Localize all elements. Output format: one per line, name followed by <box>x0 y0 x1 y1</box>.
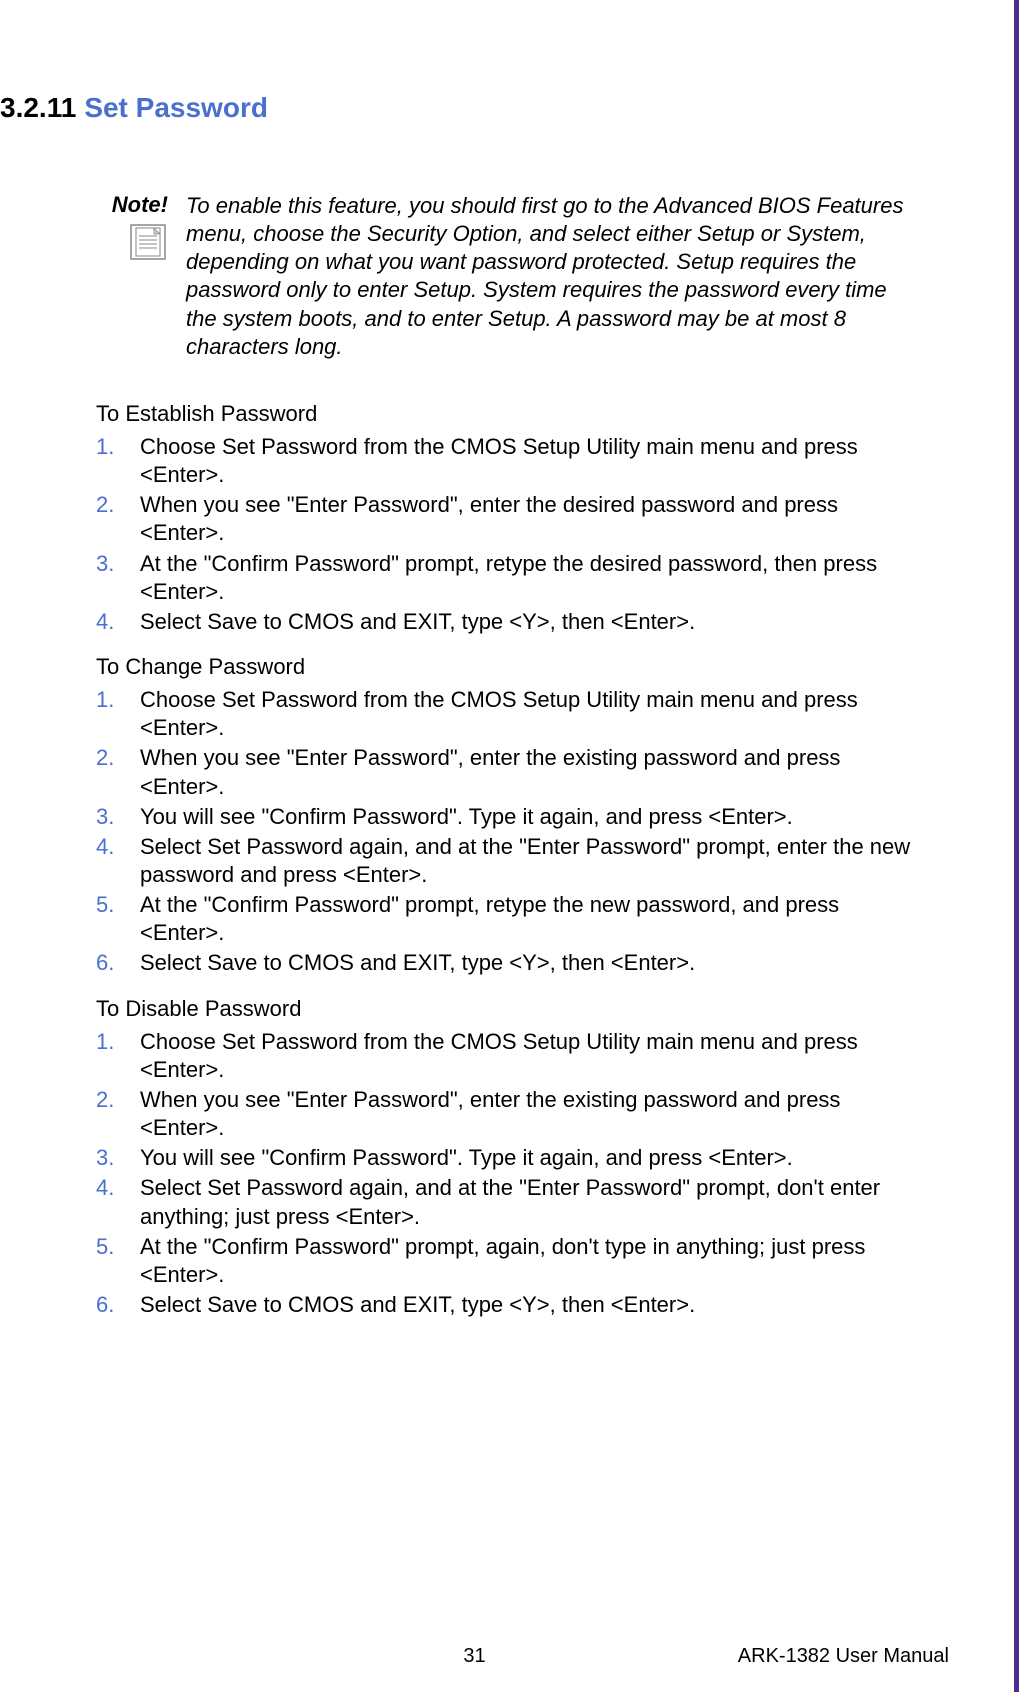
list-number: 3. <box>96 1144 140 1172</box>
list-item: 1.Choose Set Password from the CMOS Setu… <box>96 433 919 489</box>
group-disable: To Disable Password 1.Choose Set Passwor… <box>0 996 949 1320</box>
note-block: Note! To enable this feature, you should… <box>96 192 919 361</box>
list-text宣: Choose Set Password from the CMOS Setup … <box>140 686 919 742</box>
list-number: 6. <box>96 949 140 977</box>
list-text: You will see "Confirm Password". Type it… <box>140 1144 919 1172</box>
list-item: 5.At the "Confirm Password" prompt, agai… <box>96 1233 919 1289</box>
list-item: 4.Select Set Password again, and at the … <box>96 833 919 889</box>
content-area: 3.2.11 Set Password Note! <box>0 0 949 1319</box>
list-text: Select Save to CMOS and EXIT, type <Y>, … <box>140 1291 919 1319</box>
list-text: Choose Set Password from the CMOS Setup … <box>140 433 919 489</box>
list-item: 4.Select Set Password again, and at the … <box>96 1174 919 1230</box>
section-heading: 3.2.11 Set Password <box>0 92 949 124</box>
section-title: Set Password <box>84 92 268 124</box>
list-item: 4.Select Save to CMOS and EXIT, type <Y>… <box>96 608 919 636</box>
list-text: At the "Confirm Password" prompt, retype… <box>140 550 919 606</box>
group-establish: To Establish Password 1.Choose Set Passw… <box>0 401 949 636</box>
list-number: 1. <box>96 1028 140 1056</box>
list-text: Select Set Password again, and at the "E… <box>140 833 919 889</box>
list-item: 3.You will see "Confirm Password". Type … <box>96 803 919 831</box>
subhead-disable: To Disable Password <box>96 996 949 1022</box>
list-disable: 1.Choose Set Password from the CMOS Setu… <box>96 1028 919 1320</box>
list-text: Select Save to CMOS and EXIT, type <Y>, … <box>140 949 919 977</box>
list-text: Select Set Password again, and at the "E… <box>140 1174 919 1230</box>
list-item: 1.Choose Set Password from the CMOS Setu… <box>96 1028 919 1084</box>
note-text: To enable this feature, you should first… <box>186 192 919 361</box>
list-text: When you see "Enter Password", enter the… <box>140 491 919 547</box>
list-number: 1. <box>96 686 140 714</box>
page-number: 31 <box>463 1645 485 1668</box>
list-item: 2. When you see "Enter Password", enter … <box>96 744 919 800</box>
list-number: 2. <box>96 491 140 519</box>
list-text: At the "Confirm Password" prompt, again,… <box>140 1233 919 1289</box>
list-item: 2.When you see "Enter Password", enter t… <box>96 1086 919 1142</box>
list-number: 3. <box>96 803 140 831</box>
list-number: 2. <box>96 1086 140 1114</box>
list-item: 3.At the "Confirm Password" prompt, rety… <box>96 550 919 606</box>
list-item: 6.Select Save to CMOS and EXIT, type <Y>… <box>96 1291 919 1319</box>
list-item: 3.You will see "Confirm Password". Type … <box>96 1144 919 1172</box>
list-number: 6. <box>96 1291 140 1319</box>
list-text: When you see "Enter Password", enter the… <box>140 744 919 800</box>
list-number: 4. <box>96 608 140 636</box>
section-number: 3.2.11 <box>0 92 76 124</box>
subhead-change: To Change Password <box>96 654 949 680</box>
list-text: When you see "Enter Password", enter the… <box>140 1086 919 1142</box>
manual-title: ARK-1382 User Manual <box>738 1645 949 1668</box>
list-text: At the "Confirm Password" prompt, retype… <box>140 891 919 947</box>
list-number: 5. <box>96 891 140 919</box>
list-change: 1.Choose Set Password from the CMOS Setu… <box>96 686 919 978</box>
list-number: 4. <box>96 1174 140 1202</box>
list-text: You will see "Confirm Password". Type it… <box>140 803 919 831</box>
group-change: To Change Password 1.Choose Set Password… <box>0 654 949 978</box>
list-number: 4. <box>96 833 140 861</box>
subhead-establish: To Establish Password <box>96 401 949 427</box>
list-number: 1. <box>96 433 140 461</box>
list-item: 1.Choose Set Password from the CMOS Setu… <box>96 686 919 742</box>
page-footer: 31 ARK-1382 User Manual <box>0 1645 949 1668</box>
note-label: Note! <box>112 192 168 218</box>
list-item: 6.Select Save to CMOS and EXIT, type <Y>… <box>96 949 919 977</box>
note-left: Note! <box>96 192 168 260</box>
list-establish: 1.Choose Set Password from the CMOS Setu… <box>96 433 919 636</box>
list-text: Select Save to CMOS and EXIT, type <Y>, … <box>140 608 919 636</box>
page: 3.2.11 Set Password Note! <box>0 0 1019 1692</box>
list-number: 5. <box>96 1233 140 1261</box>
note-icon <box>130 224 166 260</box>
list-number: 2. <box>96 744 140 772</box>
list-item: 2.When you see "Enter Password", enter t… <box>96 491 919 547</box>
list-text: Choose Set Password from the CMOS Setup … <box>140 1028 919 1084</box>
list-item: 5.At the "Confirm Password" prompt, rety… <box>96 891 919 947</box>
list-number: 3. <box>96 550 140 578</box>
